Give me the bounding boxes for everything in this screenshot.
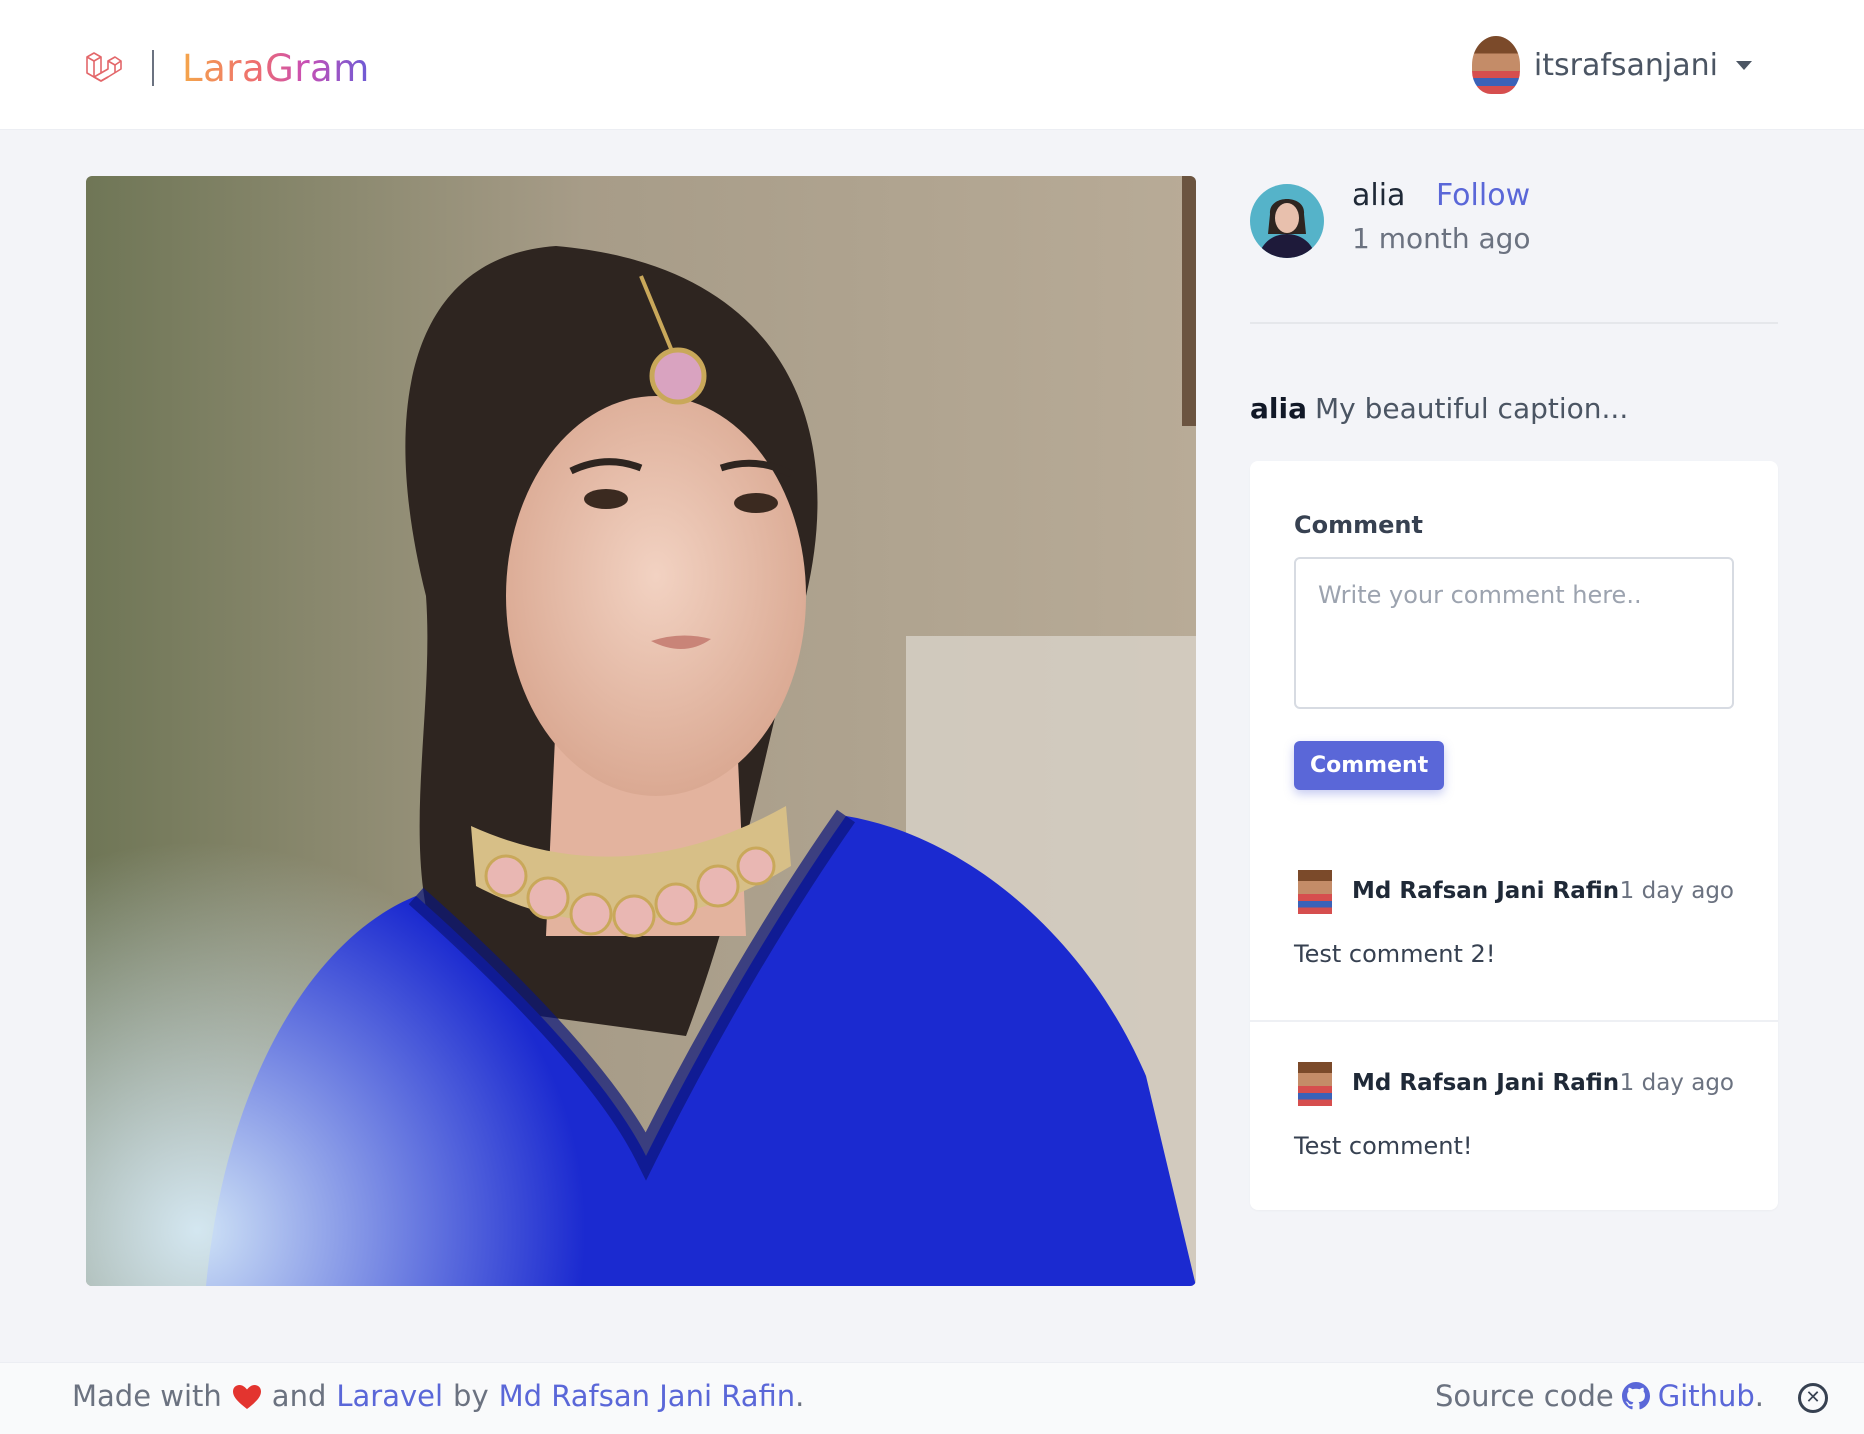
footer: Made with and Laravel by Md Rafsan Jani … <box>0 1362 1864 1434</box>
post-sidebar: alia Follow 1 month ago alia My beautiful… <box>1250 176 1778 1210</box>
heart-icon <box>232 1383 262 1409</box>
brand-divider <box>152 50 154 86</box>
post-image <box>86 176 1196 1286</box>
footer-made-with: Made with <box>72 1379 222 1413</box>
comment-item: Md Rafsan Jani Rafin 1 day ago Test comm… <box>1250 1020 1778 1210</box>
comment-item: Md Rafsan Jani Rafin 1 day ago Test comm… <box>1250 830 1778 1020</box>
avatar[interactable] <box>1250 184 1324 258</box>
github-icon <box>1621 1382 1650 1410</box>
post-caption: alia My beautiful caption... <box>1250 392 1778 425</box>
comment-input[interactable] <box>1294 557 1734 709</box>
author-link[interactable]: Md Rafsan Jani Rafin <box>499 1379 796 1413</box>
footer-credits: Made with and Laravel by Md Rafsan Jani … <box>72 1379 804 1413</box>
footer-period: . <box>1754 1379 1764 1413</box>
close-circle-icon[interactable]: ✕ <box>1798 1383 1828 1413</box>
footer-and: and <box>271 1379 327 1413</box>
footer-source: Source code Github. <box>1435 1379 1764 1413</box>
avatar[interactable] <box>1298 1062 1332 1106</box>
comment-text: Test comment 2! <box>1294 940 1496 968</box>
user-menu-dropdown[interactable]: itsrafsanjani <box>1471 36 1752 94</box>
footer-period: . <box>795 1379 805 1413</box>
comment-author[interactable]: Md Rafsan Jani Rafin <box>1352 1070 1619 1096</box>
app-name[interactable]: LaraGram <box>182 47 370 90</box>
nav-username: itsrafsanjani <box>1533 47 1718 83</box>
footer-by: by <box>453 1379 489 1413</box>
navbar: LaraGram itsrafsanjani <box>0 0 1864 130</box>
comment-author[interactable]: Md Rafsan Jani Rafin <box>1352 878 1619 904</box>
github-link[interactable]: Github <box>1658 1379 1755 1413</box>
comment-submit-button[interactable]: Comment <box>1294 741 1445 790</box>
comment-timestamp: 1 day ago <box>1619 878 1734 904</box>
laravel-logo-icon <box>84 49 122 87</box>
comments-card: Comment Comment Md Rafsan Jani Rafin 1 d… <box>1250 461 1778 1210</box>
follow-button[interactable]: Follow <box>1436 178 1530 213</box>
caption-username[interactable]: alia <box>1250 392 1307 425</box>
post-author[interactable]: alia <box>1352 178 1405 213</box>
chevron-down-icon <box>1736 60 1752 70</box>
comment-label: Comment <box>1294 511 1423 539</box>
avatar[interactable] <box>1298 870 1332 914</box>
brand[interactable]: LaraGram <box>84 47 370 90</box>
caption-text: My beautiful caption... <box>1314 392 1629 425</box>
laravel-link[interactable]: Laravel <box>336 1379 443 1413</box>
comment-form: Comment Comment <box>1250 461 1778 830</box>
source-code-label: Source code <box>1434 1379 1614 1413</box>
comment-timestamp: 1 day ago <box>1619 1070 1734 1096</box>
avatar <box>1471 36 1520 94</box>
post-timestamp: 1 month ago <box>1352 222 1531 255</box>
comment-text: Test comment! <box>1294 1132 1473 1160</box>
post-header: alia Follow 1 month ago <box>1250 176 1778 324</box>
